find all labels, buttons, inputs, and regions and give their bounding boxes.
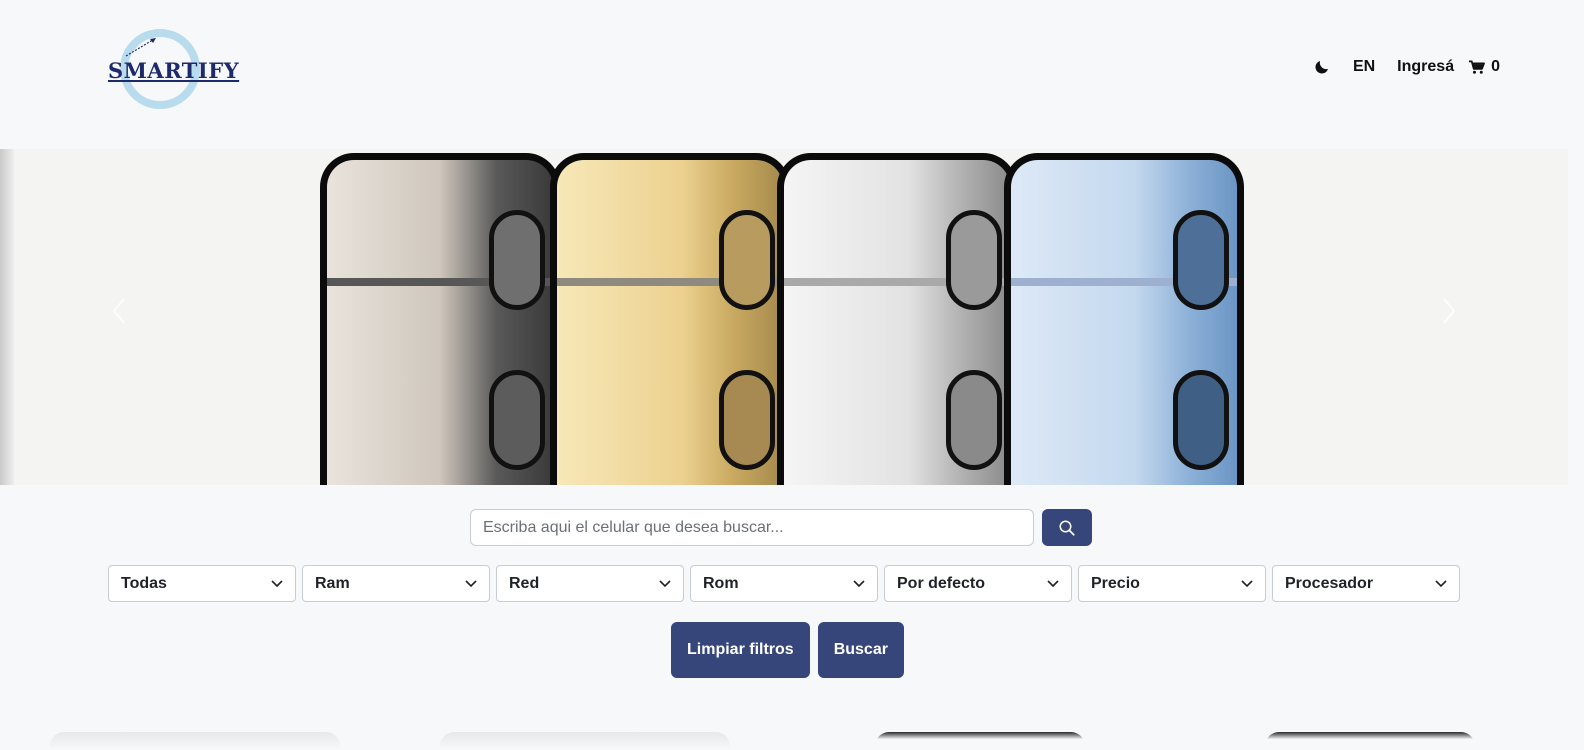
chevron-down-icon <box>1047 579 1059 587</box>
filter-label: Ram <box>315 574 350 592</box>
filters-row: Todas Ram Red Rom Por defecto Precio Pro… <box>108 565 1460 602</box>
filter-label: Por defecto <box>897 574 986 592</box>
chevron-right-icon[interactable] <box>1442 297 1456 325</box>
chevron-down-icon <box>1435 579 1447 587</box>
filter-label: Rom <box>703 574 739 592</box>
phone-graphite <box>777 153 1017 485</box>
login-link[interactable]: Ingresá <box>1397 58 1454 76</box>
filter-label: Todas <box>121 574 167 592</box>
filter-price[interactable]: Precio <box>1078 565 1266 602</box>
chevron-down-icon <box>853 579 865 587</box>
chevron-down-icon <box>465 579 477 587</box>
filter-processor[interactable]: Procesador <box>1272 565 1460 602</box>
cart-icon <box>1469 59 1485 74</box>
filter-brand[interactable]: Todas <box>108 565 296 602</box>
phone-silver <box>320 153 560 485</box>
phone-gold <box>550 153 790 485</box>
hero-carousel <box>0 149 1568 485</box>
top-nav: EN Ingresá 0 <box>1313 58 1500 76</box>
logo[interactable]: SMARTIFY <box>108 28 239 112</box>
filter-rom[interactable]: Rom <box>690 565 878 602</box>
chevron-left-icon[interactable] <box>112 297 126 325</box>
filter-sort[interactable]: Por defecto <box>884 565 1072 602</box>
language-toggle[interactable]: EN <box>1353 58 1375 76</box>
phone-blue <box>1004 153 1244 485</box>
chevron-down-icon <box>1241 579 1253 587</box>
apply-search-button[interactable]: Buscar <box>817 622 904 678</box>
product-card[interactable] <box>50 732 340 750</box>
product-card[interactable] <box>440 732 730 750</box>
carousel-edge <box>0 149 14 485</box>
logo-arrow-icon <box>125 37 157 57</box>
search-icon <box>1059 520 1075 536</box>
moon-icon[interactable] <box>1313 58 1331 76</box>
cart-button[interactable]: 0 <box>1468 58 1500 76</box>
filter-label: Red <box>509 574 540 592</box>
search-bar <box>470 509 1092 546</box>
header: SMARTIFY EN Ingresá 0 <box>0 0 1584 149</box>
search-button[interactable] <box>1042 509 1092 546</box>
filter-network[interactable]: Red <box>496 565 684 602</box>
filter-label: Procesador <box>1285 574 1374 592</box>
logo-text: SMARTIFY <box>108 58 240 83</box>
search-input[interactable] <box>470 509 1034 546</box>
product-card[interactable] <box>1265 732 1475 750</box>
product-card[interactable] <box>875 732 1085 750</box>
filter-ram[interactable]: Ram <box>302 565 490 602</box>
chevron-down-icon <box>659 579 671 587</box>
filter-actions: Limpiar filtros Buscar <box>671 622 904 678</box>
chevron-down-icon <box>271 579 283 587</box>
clear-filters-button[interactable]: Limpiar filtros <box>671 622 810 678</box>
filter-label: Precio <box>1091 574 1140 592</box>
cart-count: 0 <box>1491 58 1500 75</box>
